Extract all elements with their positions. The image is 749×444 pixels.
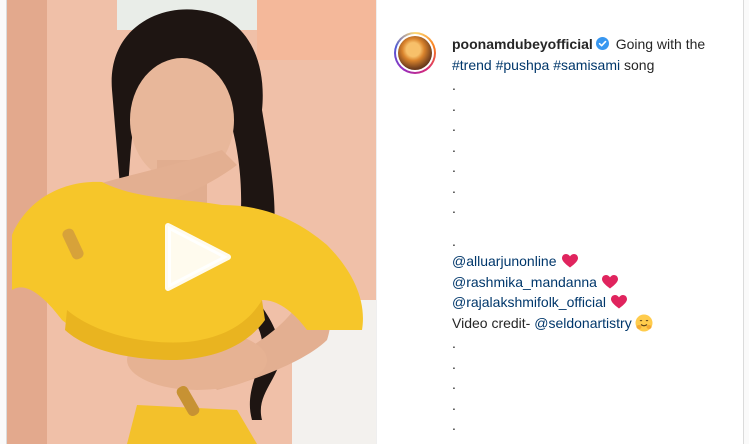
post-caption: poonamdubeyofficial Going with the #tren…	[452, 34, 732, 436]
mention-link[interactable]: @alluarjunonline	[452, 253, 557, 269]
caption-dot: .	[452, 97, 456, 114]
caption-dot: .	[452, 200, 456, 216]
caption-dot: .	[452, 335, 456, 351]
caption-suffix: song	[624, 56, 655, 73]
mention-link[interactable]: @rashmika_mandanna	[452, 274, 597, 290]
play-icon[interactable]	[158, 222, 232, 292]
credit-mention-link[interactable]: @seldonartistry	[534, 315, 631, 331]
hashtag-link[interactable]: #pushpa	[496, 57, 550, 73]
caption-dot: .	[452, 376, 456, 392]
caption-dot: .	[452, 355, 456, 372]
credit-label: Video credit-	[452, 314, 531, 331]
post-dialog: poonamdubeyofficial Going with the #tren…	[6, 0, 744, 444]
caption-dot: .	[452, 417, 456, 433]
caption-dot: .	[452, 118, 456, 134]
hashtag-link[interactable]: #samisami	[553, 57, 620, 73]
red-heart-icon	[601, 274, 618, 288]
caption-dot: .	[452, 179, 456, 196]
mention-line: @rajalakshmifolk_official	[452, 292, 732, 313]
caption-dot: .	[452, 77, 456, 93]
caption-dot: .	[452, 138, 456, 155]
hugging-face-icon	[635, 314, 653, 331]
username-link[interactable]: poonamdubeyofficial	[452, 36, 593, 52]
caption-dot: .	[452, 396, 456, 413]
mention-line: @rashmika_mandanna	[452, 272, 732, 293]
red-heart-icon	[611, 295, 628, 309]
profile-picture	[398, 36, 432, 70]
hashtag-link[interactable]: #trend	[452, 57, 492, 73]
post-sidebar: poonamdubeyofficial Going with the #tren…	[376, 0, 743, 444]
verified-badge-icon	[595, 37, 609, 50]
caption-dot: .	[452, 159, 456, 175]
caption-first-line: poonamdubeyofficial Going with the #tren…	[452, 34, 732, 75]
caption-dot: .	[452, 232, 456, 249]
avatar[interactable]	[394, 32, 436, 74]
credit-line: Video credit- @seldonartistry	[452, 313, 732, 334]
red-heart-icon	[561, 254, 578, 268]
mention-link[interactable]: @rajalakshmifolk_official	[452, 294, 606, 310]
caption-text: Going with the	[615, 36, 706, 52]
video-player[interactable]	[7, 0, 376, 444]
mention-line: @alluarjunonline	[452, 251, 732, 272]
